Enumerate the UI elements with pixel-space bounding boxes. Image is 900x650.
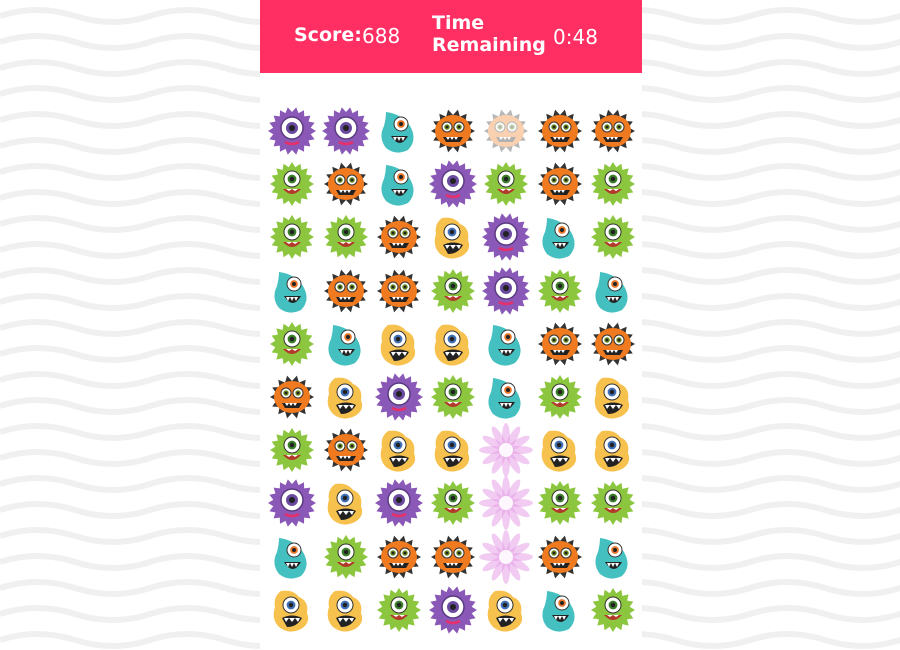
monster-tile-orange[interactable] [265, 370, 319, 424]
monster-tile-yellow[interactable] [426, 317, 480, 371]
monster-tile-teal[interactable] [372, 157, 426, 211]
monster-tile-orange[interactable] [533, 157, 587, 211]
monster-tile-orange[interactable] [586, 317, 640, 371]
monster-tile-green[interactable] [479, 157, 533, 211]
monster-tile-green[interactable] [533, 476, 587, 530]
monster-tile-teal[interactable] [586, 530, 640, 584]
monster-tile-green[interactable] [586, 210, 640, 264]
monster-tile-orange[interactable] [372, 264, 426, 318]
monster-tile-purple[interactable] [372, 370, 426, 424]
monster-tile-purple[interactable] [372, 476, 426, 530]
monster-tile-green[interactable] [586, 157, 640, 211]
monster-tile-green[interactable] [533, 264, 587, 318]
monster-tile-orange[interactable] [426, 530, 480, 584]
monster-tile-orange[interactable] [533, 104, 587, 158]
monster-tile-teal[interactable] [586, 264, 640, 318]
monster-tile-orange[interactable] [372, 530, 426, 584]
monster-tile-green[interactable] [533, 370, 587, 424]
monster-tile-purple[interactable] [479, 210, 533, 264]
monster-tile-purple[interactable] [426, 157, 480, 211]
monster-tile-orange[interactable] [319, 157, 373, 211]
monster-tile-yellow[interactable] [586, 370, 640, 424]
monster-tile-green[interactable] [426, 370, 480, 424]
monster-tile-teal[interactable] [372, 104, 426, 158]
monster-tile-teal[interactable] [319, 317, 373, 371]
monster-tile-green[interactable] [265, 317, 319, 371]
monster-tile-green[interactable] [586, 476, 640, 530]
monster-tile-purple[interactable] [265, 104, 319, 158]
monster-tile-green[interactable] [586, 583, 640, 637]
monster-tile-green[interactable] [265, 157, 319, 211]
monster-tile-green[interactable] [426, 264, 480, 318]
monster-tile-yellow[interactable] [372, 423, 426, 477]
monster-tile-yellow[interactable] [319, 583, 373, 637]
monster-tile-orange[interactable] [586, 104, 640, 158]
monster-tile-yellow[interactable] [372, 317, 426, 371]
match-burst-tile[interactable] [479, 529, 533, 584]
monster-tile-purple[interactable] [265, 476, 319, 530]
monster-tile-teal[interactable] [265, 530, 319, 584]
monster-tile-green[interactable] [319, 210, 373, 264]
monster-tile-orange[interactable] [372, 210, 426, 264]
match-burst-tile[interactable] [479, 423, 533, 478]
monster-tile-yellow[interactable] [479, 583, 533, 637]
monster-tile-teal[interactable] [479, 370, 533, 424]
monster-tile-teal[interactable] [265, 264, 319, 318]
monster-tile-teal[interactable] [479, 317, 533, 371]
monster-tile-orange[interactable] [533, 530, 587, 584]
monster-tile-yellow[interactable] [426, 423, 480, 477]
monster-tile-yellow[interactable] [586, 423, 640, 477]
score-header: Score: 688 Time Remaining 0:48 [260, 0, 642, 73]
monster-tile-orange[interactable] [533, 317, 587, 371]
monster-tile-orange-faded[interactable] [479, 104, 533, 158]
score-value: 688 [362, 24, 401, 48]
time-remaining-value: 0:48 [553, 25, 598, 49]
score-label: Score: [294, 24, 362, 46]
monster-tile-yellow[interactable] [319, 370, 373, 424]
monster-tile-purple[interactable] [319, 104, 373, 158]
monster-tile-yellow[interactable] [533, 423, 587, 477]
monster-tile-teal[interactable] [533, 583, 587, 637]
monster-tile-green[interactable] [372, 583, 426, 637]
monster-tile-orange[interactable] [319, 423, 373, 477]
monster-tile-teal[interactable] [533, 210, 587, 264]
monster-tile-green[interactable] [265, 210, 319, 264]
monster-tile-yellow[interactable] [426, 210, 480, 264]
monster-tile-orange[interactable] [319, 264, 373, 318]
monster-tile-yellow[interactable] [319, 476, 373, 530]
monster-tile-green[interactable] [265, 423, 319, 477]
match-burst-tile[interactable] [479, 476, 533, 531]
time-remaining-label: Time Remaining [432, 12, 546, 56]
monster-tile-orange[interactable] [426, 104, 480, 158]
monster-tile-purple[interactable] [426, 583, 480, 637]
monster-tile-yellow[interactable] [265, 583, 319, 637]
monster-tile-purple[interactable] [479, 264, 533, 318]
monster-tile-green[interactable] [319, 530, 373, 584]
monster-tile-green[interactable] [426, 476, 480, 530]
